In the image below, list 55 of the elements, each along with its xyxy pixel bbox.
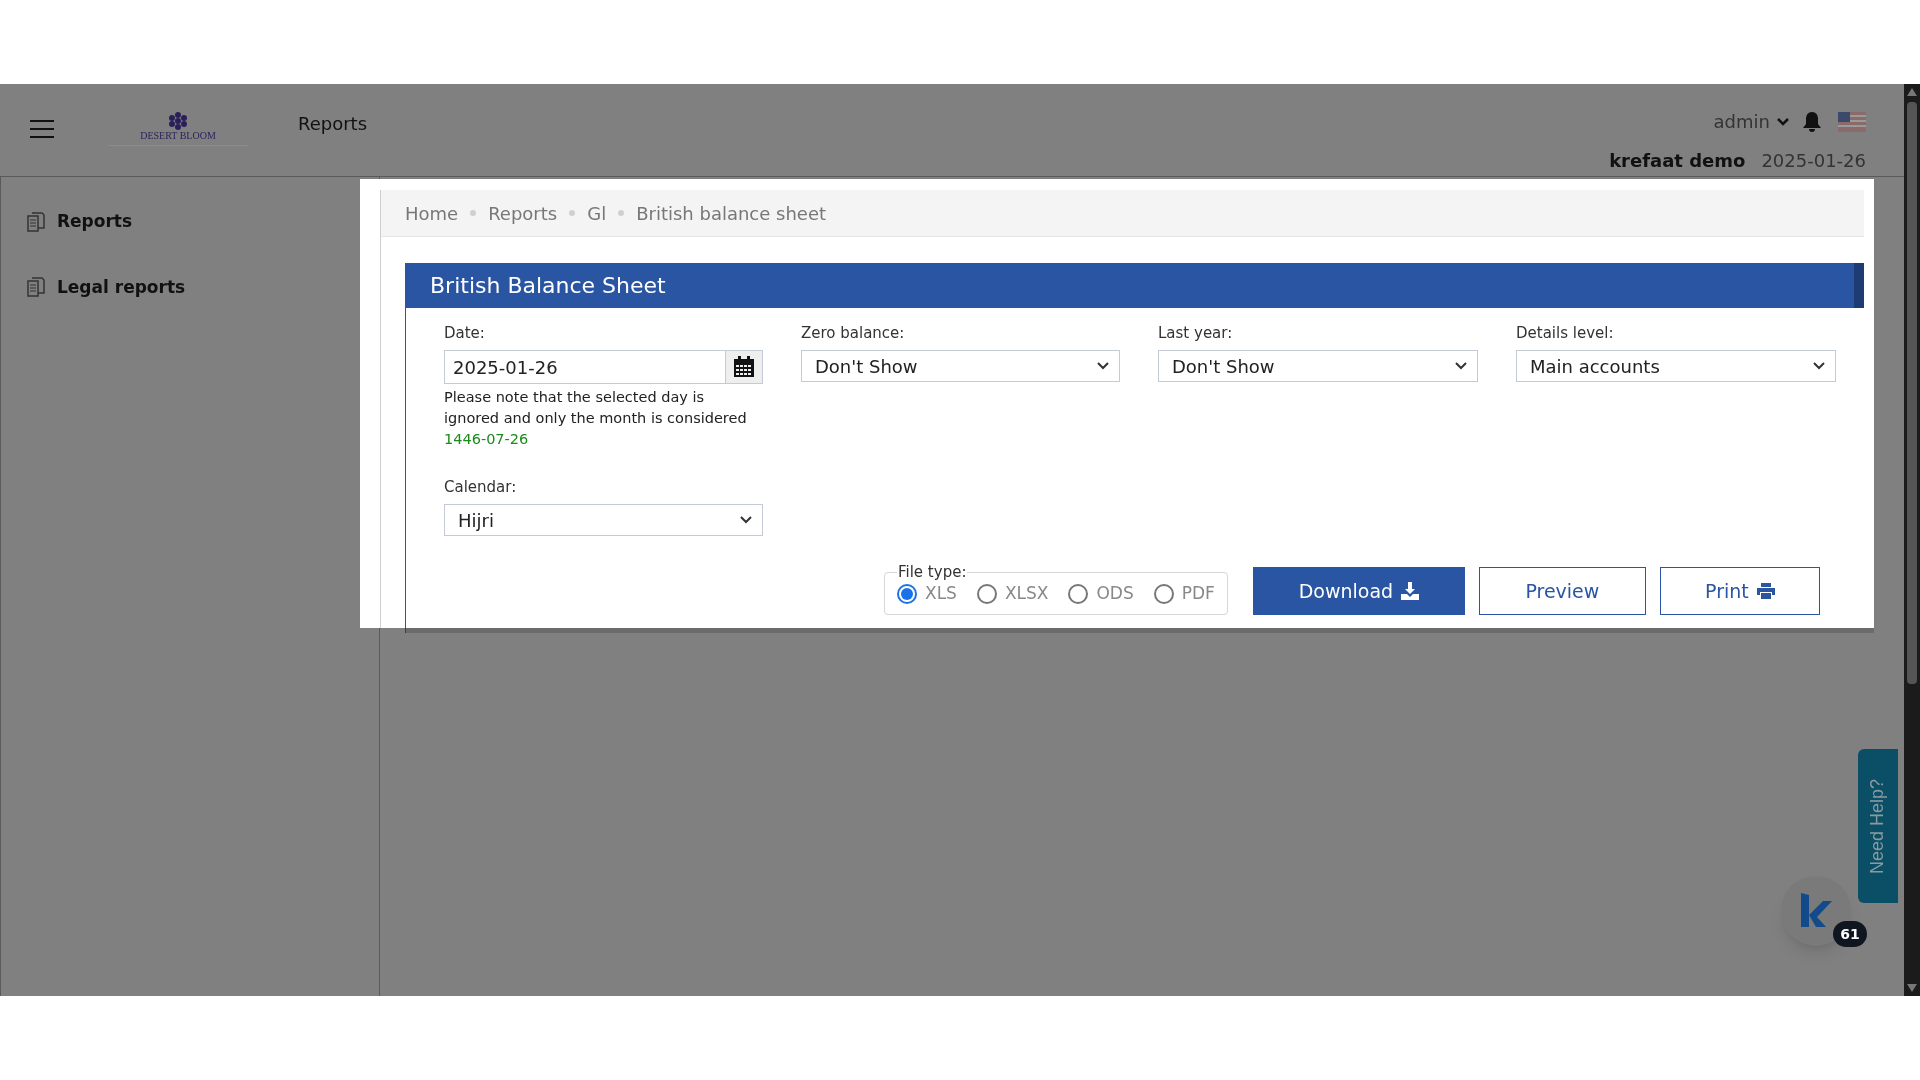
radio-option[interactable]: PDF <box>1153 581 1215 607</box>
sidebar-item[interactable]: Legal reports <box>27 274 186 300</box>
bell-icon[interactable] <box>1802 110 1822 133</box>
select-field[interactable]: Main accounts <box>1516 350 1836 382</box>
sidebar-item[interactable]: Reports <box>27 209 133 235</box>
chevron-down-icon <box>1455 362 1467 370</box>
radio-option[interactable]: ODS <box>1068 581 1134 607</box>
documents-icon <box>27 211 45 232</box>
company-name: krefaat demo <box>1609 149 1746 173</box>
chevron-down-icon <box>1813 362 1825 370</box>
field-label: Calendar: <box>444 477 518 496</box>
action-button[interactable]: Print <box>1659 567 1820 615</box>
field-label: Last year: <box>1158 323 1234 342</box>
group-label: File type: <box>897 562 968 583</box>
chevron-down-icon <box>740 516 752 524</box>
page-title: Reports <box>298 112 368 136</box>
converted-date: 1446-07-26 <box>444 430 529 449</box>
scrollbar[interactable] <box>1904 84 1920 996</box>
date-input[interactable]: 2025-01-26 <box>444 350 727 384</box>
field-label: Date: <box>444 323 486 342</box>
printer-icon <box>1756 583 1775 599</box>
select-field[interactable]: Don't Show <box>1158 350 1478 382</box>
documents-icon <box>27 277 45 298</box>
field-label: Zero balance: <box>801 323 906 342</box>
breadcrumb-link[interactable]: Reports <box>488 199 558 227</box>
calendar-icon <box>733 356 756 378</box>
chevron-down-icon <box>1097 362 1109 370</box>
breadcrumb-link[interactable]: British balance sheet <box>636 199 827 227</box>
radio-option[interactable]: XLS <box>897 581 957 607</box>
company-logo[interactable]: DESERT BLOOM <box>108 112 248 146</box>
breadcrumb-link[interactable]: Home <box>405 199 459 227</box>
download-icon <box>1401 582 1420 600</box>
calendar-button[interactable] <box>726 350 763 384</box>
download-button[interactable]: Download <box>1252 567 1465 615</box>
k-logo-icon <box>1799 893 1833 929</box>
flower-logo-icon <box>167 112 189 130</box>
notification-count: 61 <box>1833 921 1867 947</box>
logo-text: DESERT BLOOM <box>140 130 216 142</box>
card-header: British Balance Sheet <box>405 263 1864 308</box>
chevron-down-icon <box>1776 116 1790 127</box>
help-tab[interactable]: Need Help? <box>1858 749 1898 903</box>
breadcrumb-link[interactable]: Gl <box>587 199 607 227</box>
select-field[interactable]: Hijri <box>444 504 763 536</box>
menu-icon[interactable] <box>30 120 54 138</box>
field-label: Details level: <box>1516 323 1615 342</box>
date-note: Please note that the selected day is ignored and only the month is considered <box>444 388 748 428</box>
action-button[interactable]: Preview <box>1478 567 1646 615</box>
scroll-down-icon[interactable] <box>1907 984 1917 992</box>
select-field[interactable]: Don't Show <box>801 350 1120 382</box>
header-date: 2025-01-26 <box>1761 149 1866 173</box>
user-menu[interactable]: admin <box>1713 108 1790 135</box>
scroll-up-icon[interactable] <box>1907 88 1917 96</box>
flag-icon[interactable] <box>1838 111 1866 132</box>
scroll-thumb[interactable] <box>1907 102 1917 684</box>
radio-option[interactable]: XLSX <box>976 581 1049 607</box>
